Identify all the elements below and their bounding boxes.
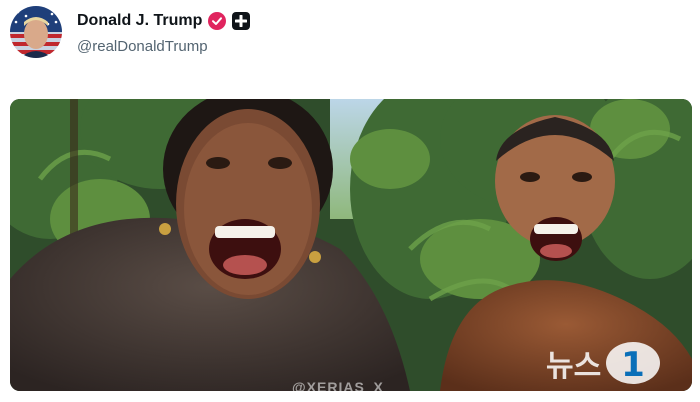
author-name-row: Donald J. Trump	[77, 11, 251, 31]
news-logo-mark: 1	[621, 345, 645, 385]
avatar[interactable]	[10, 6, 62, 58]
news-logo-text: 뉴스	[546, 349, 602, 384]
flag-portrait-avatar-icon	[10, 6, 62, 58]
verified-badge-icon	[208, 12, 227, 30]
news1-logo: 뉴스 1	[546, 341, 661, 385]
government-affiliation-icon	[232, 12, 251, 30]
video-watermark: @XERIAS_X	[292, 379, 384, 391]
news1-logo-icon: 1	[605, 341, 661, 385]
user-handle[interactable]: @realDonaldTrump	[77, 38, 208, 55]
display-name[interactable]: Donald J. Trump	[77, 12, 202, 30]
